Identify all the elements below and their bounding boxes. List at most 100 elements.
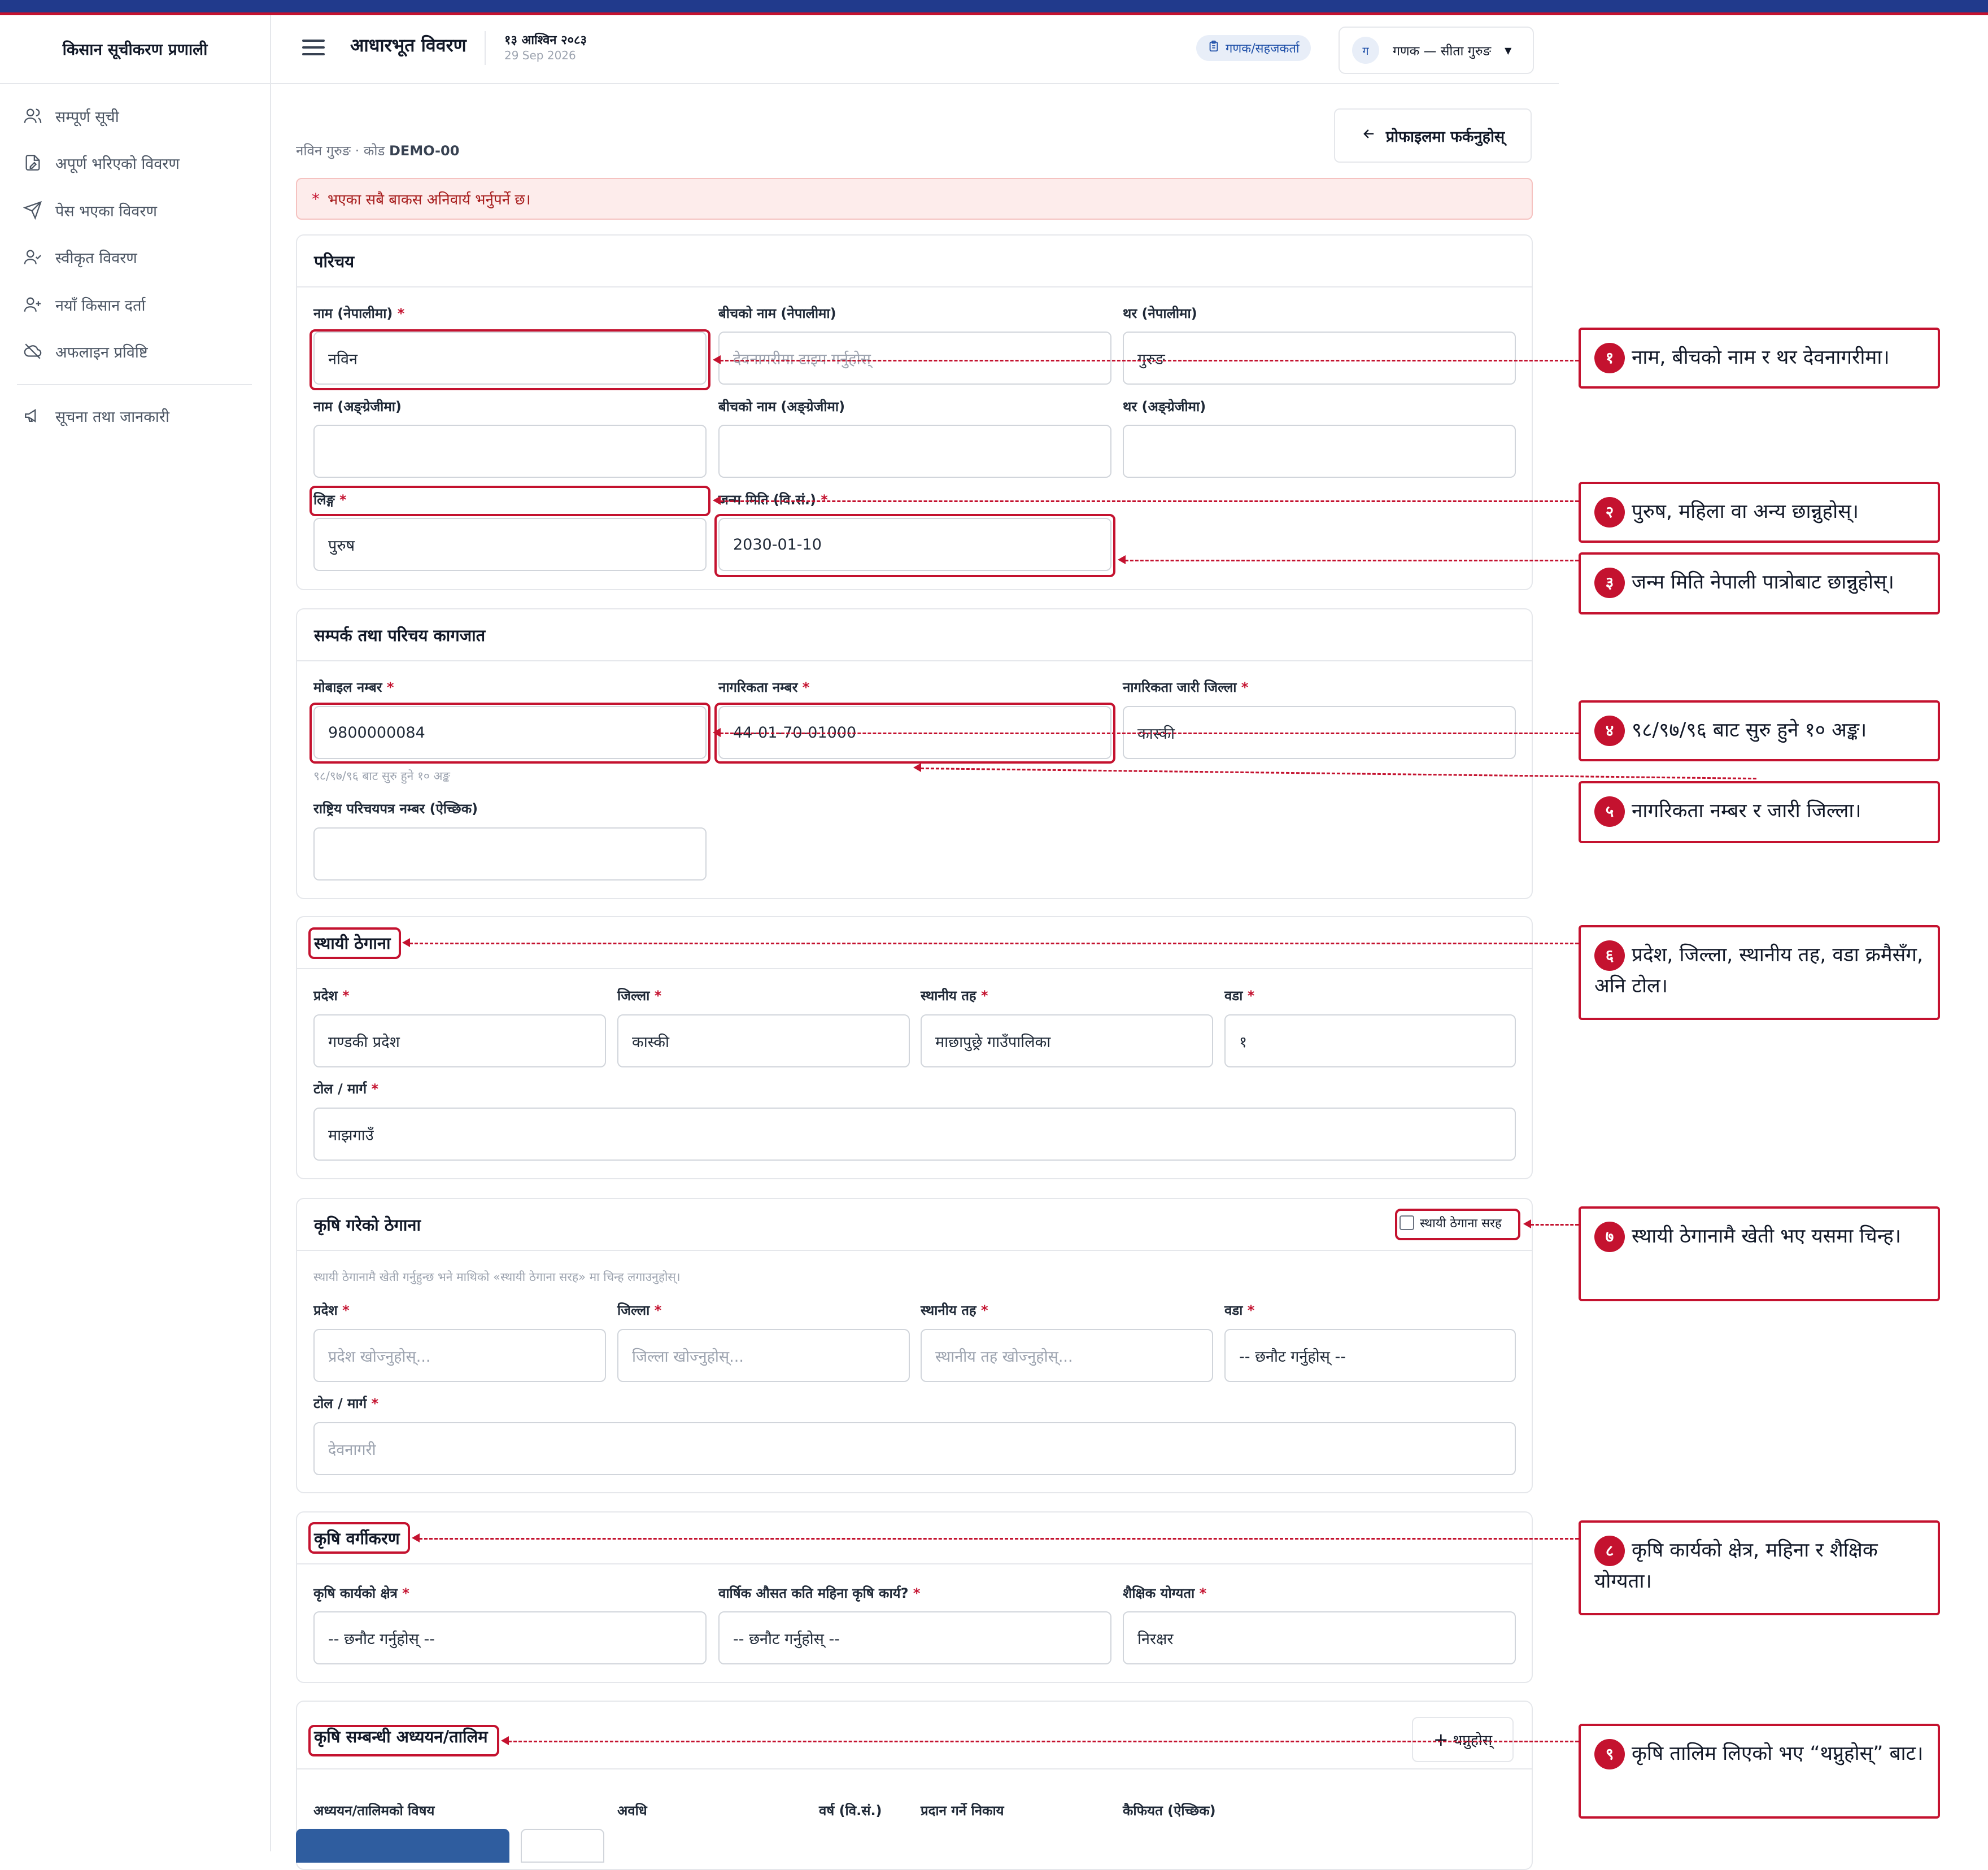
callout-5: ५ नागरिकता नम्बर र जारी जिल्ला। bbox=[1579, 781, 1940, 843]
middle-name-np-input[interactable]: देवनागरीमा टाइप गर्नुहोस् bbox=[718, 332, 1111, 385]
clipboard-icon bbox=[1207, 40, 1220, 56]
first-name-en-input[interactable] bbox=[313, 425, 707, 478]
app-brand: किसान सूचीकरण प्रणाली bbox=[0, 15, 270, 84]
farm-tole-input[interactable]: देवनागरी bbox=[313, 1422, 1516, 1475]
middle-name-en-input[interactable] bbox=[718, 425, 1111, 478]
sidebar-item-all-list[interactable]: सम्पूर्ण सूची bbox=[21, 99, 259, 133]
users-icon bbox=[21, 104, 44, 127]
sidebar-item-submitted[interactable]: पेस भएका विवरण bbox=[21, 193, 259, 227]
label-province: प्रदेश * bbox=[313, 988, 350, 1004]
connector-line bbox=[508, 1741, 1579, 1742]
callout-7: ७ स्थायी ठेगानामै खेती भए यसमा चिन्ह। bbox=[1579, 1206, 1940, 1301]
user-check-icon bbox=[21, 246, 44, 268]
highlight-same-checkbox bbox=[1395, 1209, 1520, 1240]
page-title: आधारभूत विवरण bbox=[350, 34, 467, 56]
save-continue-button[interactable] bbox=[296, 1829, 509, 1863]
menu-icon[interactable] bbox=[302, 40, 325, 56]
back-to-profile-button[interactable]: प्रोफाइलमा फर्कनुहोस् bbox=[1334, 108, 1532, 163]
last-name-en-input[interactable] bbox=[1123, 425, 1516, 478]
connector-line bbox=[720, 733, 1579, 734]
arrow-head bbox=[1523, 1219, 1531, 1228]
arrow-head bbox=[1118, 555, 1126, 564]
section-title: परिचय bbox=[314, 252, 355, 271]
last-name-np-input[interactable]: गुरुङ bbox=[1123, 332, 1516, 385]
date-nepali: १३ आश्विन २०८३ bbox=[504, 33, 587, 47]
highlight-training-title bbox=[308, 1725, 499, 1756]
label-farm-province: प्रदेश * bbox=[313, 1302, 350, 1318]
sidebar-item-offline[interactable]: अफलाइन प्रविष्टि bbox=[21, 334, 259, 368]
farm-address-hint: स्थायी ठेगानामै खेती गर्नुहुन्छ भने माथि… bbox=[313, 1270, 681, 1284]
label-farm-ward: वडा * bbox=[1224, 1302, 1255, 1318]
sidebar-item-label: अपूर्ण भरिएको विवरण bbox=[55, 155, 180, 173]
callout-2: २ पुरुष, महिला वा अन्य छान्नुहोस्। bbox=[1579, 482, 1940, 543]
add-training-button[interactable]: + थप्नुहोस् bbox=[1412, 1717, 1514, 1762]
label-ward: वडा * bbox=[1224, 988, 1255, 1004]
top-strip bbox=[0, 0, 1988, 12]
required-alert: * भएका सबै बाकस अनिवार्य भर्नुपर्ने छ। bbox=[296, 178, 1533, 220]
callout-4: ४ ९८/९७/९६ बाट सुरु हुने १० अङ्क। bbox=[1579, 700, 1940, 761]
callout-6: ६ प्रदेश, जिल्ला, स्थानीय तह, वडा क्रमैसँ… bbox=[1579, 925, 1940, 1020]
tole-input[interactable]: माझगाउँ bbox=[313, 1108, 1516, 1161]
sidebar-item-label: स्वीकृत विवरण bbox=[55, 249, 137, 267]
label-district: जिल्ला * bbox=[617, 988, 662, 1004]
file-edit-icon bbox=[21, 151, 44, 174]
training-col-org: प्रदान गर्ने निकाय bbox=[921, 1803, 1004, 1819]
highlight-dob bbox=[714, 514, 1115, 577]
sidebar-item-label: पेस भएका विवरण bbox=[55, 202, 157, 220]
sidebar-item-label: सूचना तथा जानकारी bbox=[55, 408, 169, 426]
section-title: कृषि गरेको ठेगाना bbox=[314, 1215, 421, 1235]
chevron-down-icon: ▼ bbox=[1505, 45, 1512, 56]
label-dob: जन्म मिति (वि.सं.) * bbox=[718, 492, 828, 508]
national-id-input[interactable] bbox=[313, 827, 707, 880]
save-draft-button[interactable] bbox=[521, 1829, 604, 1863]
label-first-name-np: नाम (नेपालीमा) * bbox=[313, 306, 405, 321]
label-local-level: स्थानीय तह * bbox=[921, 988, 988, 1004]
training-col-duration: अवधि bbox=[617, 1803, 647, 1819]
sidebar-item-notices[interactable]: सूचना तथा जानकारी bbox=[21, 399, 259, 433]
training-col-remarks: कैफियत (ऐच्छिक) bbox=[1123, 1803, 1216, 1819]
arrow-head bbox=[713, 728, 721, 737]
sidebar-item-incomplete[interactable]: अपूर्ण भरिएको विवरण bbox=[21, 146, 259, 180]
connector-line bbox=[1125, 560, 1579, 561]
sidebar-divider bbox=[17, 384, 252, 385]
local-level-select[interactable]: माछापुछ्रे गाउँपालिका bbox=[921, 1014, 1213, 1067]
sidebar-item-approved[interactable]: स्वीकृत विवरण bbox=[21, 240, 259, 274]
label-first-name-en: नाम (अङ्ग्रेजीमा) bbox=[313, 399, 402, 415]
highlight-permanent-title bbox=[308, 927, 401, 959]
user-menu[interactable]: ग गणक — सीता गुरुङ ▼ bbox=[1339, 27, 1534, 74]
sector-select[interactable]: -- छनौट गर्नुहोस् -- bbox=[313, 1611, 707, 1664]
province-select[interactable]: गण्डकी प्रदेश bbox=[313, 1014, 606, 1067]
training-col-year: वर्ष (वि.सं.) bbox=[819, 1803, 882, 1819]
callout-8: ८ कृषि कार्यको क्षेत्र, महिना र शैक्षिक य… bbox=[1579, 1520, 1940, 1615]
highlight-first-name bbox=[309, 329, 710, 390]
highlight-classification-title bbox=[308, 1522, 410, 1554]
farm-district-search[interactable]: जिल्ला खोज्नुहोस्... bbox=[617, 1329, 910, 1382]
gender-select[interactable]: पुरुष bbox=[313, 518, 707, 571]
highlight-gender bbox=[309, 486, 710, 516]
farm-ward-select[interactable]: -- छनौट गर्नुहोस् -- bbox=[1224, 1329, 1516, 1382]
label-last-name-en: थर (अङ्ग्रेजीमा) bbox=[1123, 399, 1206, 415]
role-badge: गणक/सहजकर्ता bbox=[1196, 35, 1311, 61]
district-select[interactable]: कास्की bbox=[617, 1014, 910, 1067]
ward-select[interactable]: १ bbox=[1224, 1014, 1516, 1067]
label-middle-name-np: बीचको नाम (नेपालीमा) bbox=[718, 306, 836, 321]
label-months: वार्षिक औसत कति महिना कृषि कार्य? * bbox=[718, 1585, 921, 1601]
label-national-id: राष्ट्रिय परिचयपत्र नम्बर (ऐच्छिक) bbox=[313, 801, 478, 817]
label-citizenship-no: नागरिकता नम्बर * bbox=[718, 679, 810, 695]
education-select[interactable]: निरक्षर bbox=[1123, 1611, 1516, 1664]
arrow-head bbox=[412, 1533, 420, 1542]
farm-local-search[interactable]: स्थानीय तह खोज्नुहोस्... bbox=[921, 1329, 1213, 1382]
breadcrumb: नविन गुरुङ · कोड DEMO-00 bbox=[296, 143, 460, 159]
farm-province-search[interactable]: प्रदेश खोज्नुहोस्... bbox=[313, 1329, 606, 1382]
connector-line bbox=[409, 943, 1579, 944]
header-divider bbox=[485, 31, 486, 65]
sidebar-item-new-registration[interactable]: नयाँ किसान दर्ता bbox=[21, 287, 259, 321]
send-icon bbox=[21, 199, 44, 221]
label-farm-district: जिल्ला * bbox=[617, 1302, 662, 1318]
avatar: ग bbox=[1352, 37, 1379, 64]
cloud-off-icon bbox=[21, 340, 44, 363]
months-select[interactable]: -- छनौट गर्नुहोस् -- bbox=[718, 1611, 1111, 1664]
user-plus-icon bbox=[21, 293, 44, 316]
section-title: सम्पर्क तथा परिचय कागजात bbox=[314, 626, 486, 645]
date-english: 29 Sep 2026 bbox=[504, 49, 576, 62]
